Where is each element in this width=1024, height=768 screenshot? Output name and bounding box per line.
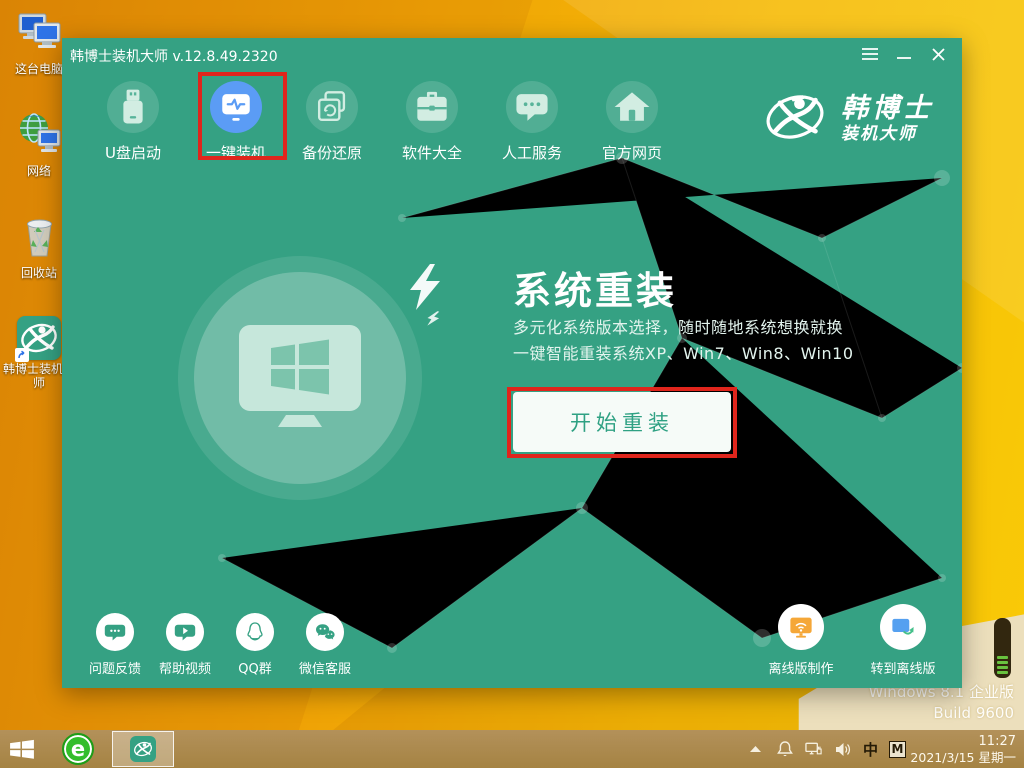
ime-language-indicator[interactable]: 中: [863, 739, 878, 760]
system-tray: 中 M: [747, 730, 906, 768]
volume-icon[interactable]: [834, 740, 852, 758]
qq-group-button[interactable]: QQ群: [222, 613, 288, 677]
usb-icon: [107, 81, 159, 133]
nav-official-website[interactable]: 官方网页: [587, 81, 677, 163]
windows-watermark: Windows 8.1 企业版 Build 9600: [869, 682, 1014, 724]
support-label: 微信客服: [292, 658, 358, 677]
wechat-service-button[interactable]: 微信客服: [292, 613, 358, 677]
hanboshi-taskbar-icon: [130, 736, 156, 762]
support-label: QQ群: [222, 658, 288, 677]
home-icon: [606, 81, 658, 133]
clock-time: 11:27: [910, 733, 1016, 750]
nav-usb-boot[interactable]: U盘启动: [88, 81, 178, 163]
window-titlebar[interactable]: 韩博士装机大师 v.12.8.49.2320: [62, 38, 962, 70]
feedback-bubble-icon: [96, 613, 134, 651]
hero-description-line1: 多元化系统版本选择，随时随地系统想换就换: [513, 314, 943, 338]
feedback-button[interactable]: 问题反馈: [82, 613, 148, 677]
hanboshi-app-window: 韩博士装机大师 v.12.8.49.2320 U盘启动: [62, 38, 962, 688]
taskbar-clock[interactable]: 11:27 2021/3/15 星期一: [910, 733, 1016, 765]
offline-label: 转到离线版: [857, 658, 949, 677]
help-video-button[interactable]: 帮助视频: [152, 613, 218, 677]
nav-label: 软件大全: [387, 142, 477, 163]
offline-label: 离线版制作: [755, 658, 847, 677]
nav-software-collection[interactable]: 软件大全: [387, 81, 477, 163]
windows-logo-icon: [9, 737, 35, 761]
go-offline-icon: [880, 604, 926, 650]
brand-name: 韩博士: [841, 94, 934, 124]
recycle-bin-icon: [14, 245, 64, 264]
show-hidden-icons-chevron[interactable]: [747, 740, 765, 758]
offline-version-make-button[interactable]: 离线版制作: [755, 604, 847, 677]
window-title: 韩博士装机大师 v.12.8.49.2320: [70, 46, 278, 66]
watermark-build: Build 9600: [869, 703, 1014, 724]
qq-penguin-icon: [236, 613, 274, 651]
brand-logo: 韩博士 装机大师: [763, 85, 934, 153]
offline-monitor-wifi-icon: [778, 604, 824, 650]
backup-restore-icon: [306, 81, 358, 133]
briefcase-icon: [406, 81, 458, 133]
browser-e-icon[interactable]: e: [62, 733, 94, 765]
clock-date: 2021/3/15 星期一: [910, 750, 1016, 765]
taskbar-app-hanboshi[interactable]: [112, 731, 174, 767]
lightning-icon: [408, 264, 442, 314]
nav-one-key-install[interactable]: 一键装机: [191, 81, 281, 163]
start-reinstall-button[interactable]: 开始重装: [513, 392, 731, 452]
close-icon[interactable]: [926, 38, 950, 70]
play-video-icon: [166, 613, 204, 651]
network-icon[interactable]: [805, 740, 823, 758]
nav-label: 人工服务: [487, 142, 577, 163]
support-label: 问题反馈: [82, 658, 148, 677]
support-label: 帮助视频: [152, 658, 218, 677]
nav-label: 备份还原: [287, 142, 377, 163]
hero-circle: [178, 256, 422, 500]
shortcut-arrow-icon: [15, 348, 29, 362]
hanboshi-app-icon: [17, 316, 61, 360]
nav-label: 一键装机: [191, 142, 281, 163]
network-icon: [14, 143, 64, 162]
ime-mode-badge[interactable]: M: [889, 741, 906, 758]
brand-emblem-icon: [763, 85, 827, 153]
wechat-icon: [306, 613, 344, 651]
start-button[interactable]: [0, 730, 44, 768]
chat-bubble-icon: [506, 81, 558, 133]
nav-label: 官方网页: [587, 142, 677, 163]
taskbar: e: [0, 730, 1024, 768]
one-key-install-icon: [210, 81, 262, 133]
battery-indicator: [994, 618, 1011, 678]
nav-manual-service[interactable]: 人工服务: [487, 81, 577, 163]
minimize-icon[interactable]: [892, 38, 916, 70]
brand-subtitle: 装机大师: [841, 124, 934, 144]
page-title: 系统重装: [513, 260, 677, 315]
monitor-windows-icon: [194, 272, 406, 484]
hero-description-line2: 一键智能重装系统XP、Win7、Win8、Win10: [513, 340, 943, 364]
nav-label: U盘启动: [88, 142, 178, 163]
menu-icon[interactable]: [858, 38, 882, 70]
notification-bell-icon[interactable]: [776, 740, 794, 758]
this-pc-icon: [14, 41, 64, 60]
go-offline-version-button[interactable]: 转到离线版: [857, 604, 949, 677]
nav-backup-restore[interactable]: 备份还原: [287, 81, 377, 163]
